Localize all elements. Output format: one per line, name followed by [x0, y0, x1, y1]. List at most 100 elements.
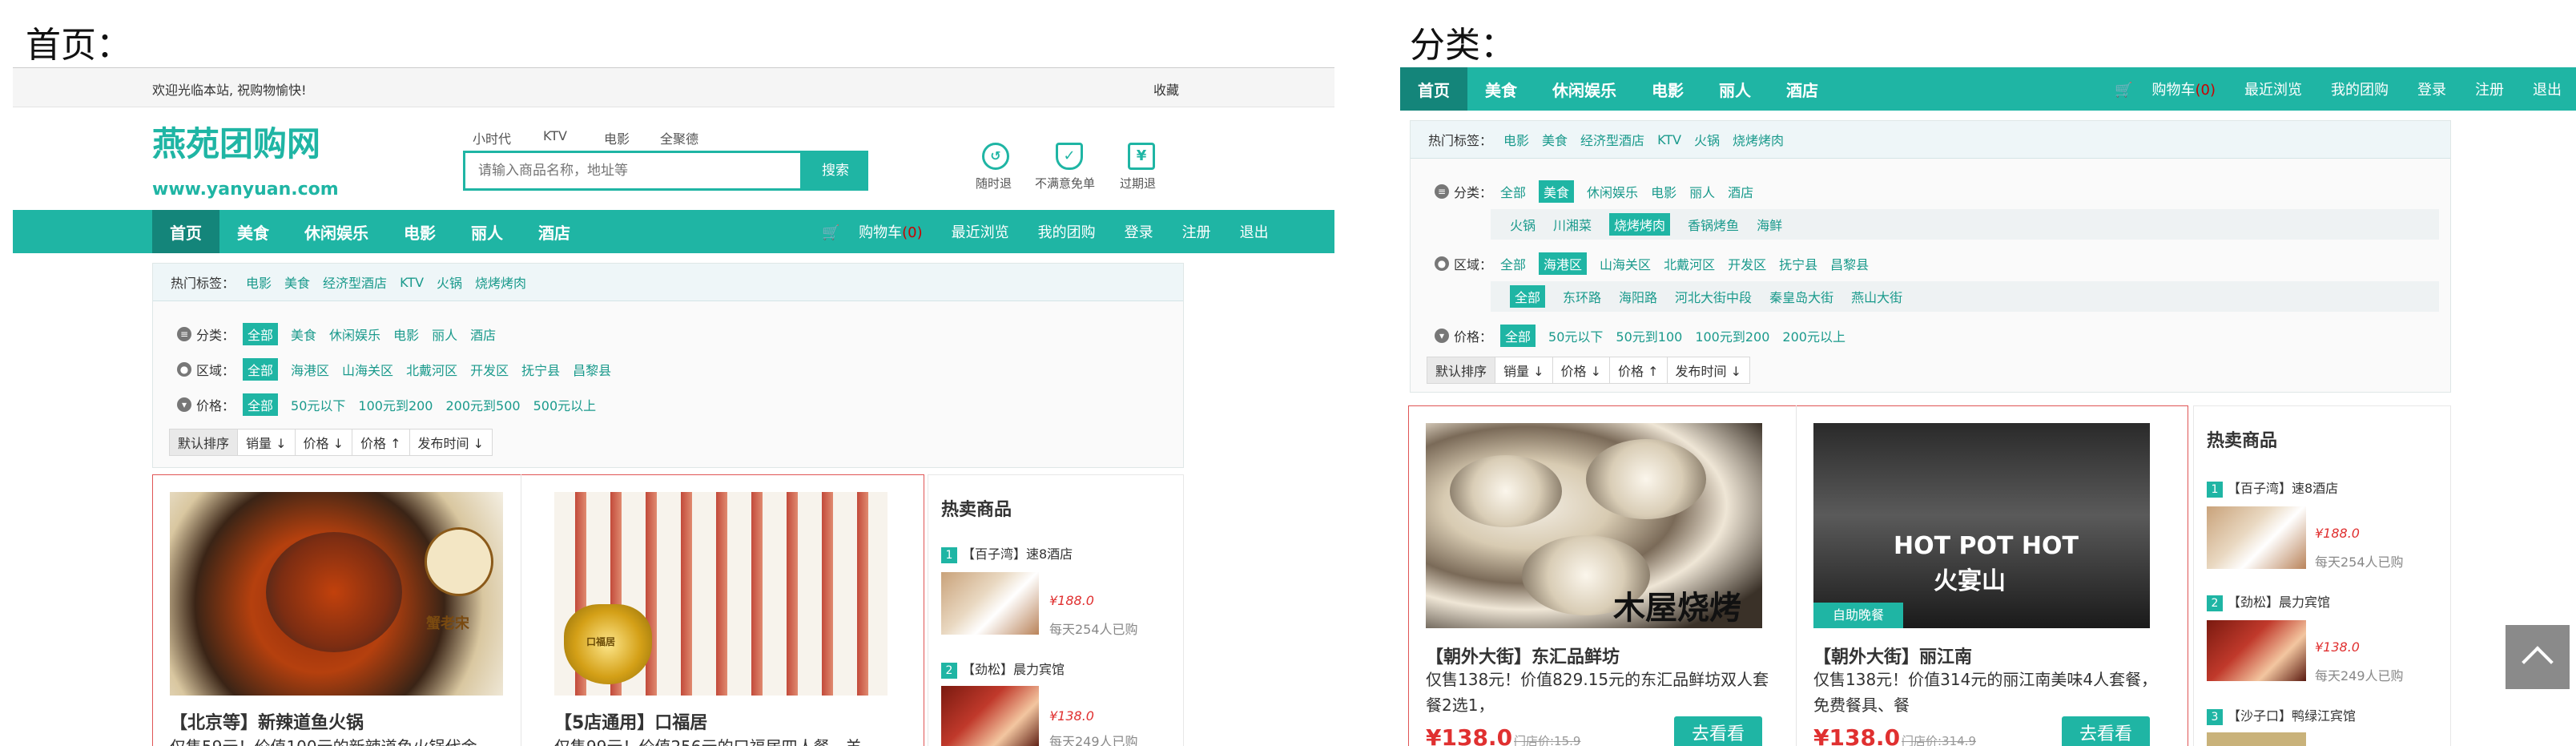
filter-option[interactable]: 全部: [1510, 285, 1546, 308]
nav-link-login[interactable]: 登录: [1110, 221, 1168, 242]
filter-option[interactable]: 50元到100: [1616, 326, 1682, 345]
hot-item-name[interactable]: 3 【沙子口】鸭绿江宾馆: [2207, 705, 2356, 725]
hot-tag[interactable]: 美食: [1542, 130, 1568, 149]
nav-item-hotel[interactable]: 酒店: [1769, 67, 1836, 111]
nav-item-home[interactable]: 首页: [152, 210, 219, 253]
sort-time[interactable]: 发布时间 ↓: [409, 429, 493, 456]
filter-option[interactable]: 全部: [1500, 182, 1526, 201]
nav-item-beauty[interactable]: 丽人: [453, 210, 521, 253]
filter-option[interactable]: 50元以下: [1548, 326, 1603, 345]
sort-time[interactable]: 发布时间 ↓: [1666, 357, 1751, 384]
sort-sales[interactable]: 销量 ↓: [237, 429, 296, 456]
filter-option[interactable]: 200元以上: [1782, 326, 1845, 345]
hot-item-image[interactable]: [2207, 506, 2306, 569]
nav-item-movie[interactable]: 电影: [1634, 67, 1701, 111]
sort-price-asc[interactable]: 价格 ↑: [352, 429, 410, 456]
nav-link-recent[interactable]: 最近浏览: [937, 221, 1024, 242]
product-title[interactable]: 【5店通用】口福居: [554, 708, 707, 734]
favorite-link[interactable]: 收藏: [1153, 79, 1179, 99]
filter-option[interactable]: 全部: [243, 393, 279, 416]
sort-default[interactable]: 默认排序: [169, 429, 239, 456]
filter-option[interactable]: 丽人: [432, 325, 457, 344]
product-image[interactable]: 口福居: [554, 492, 888, 696]
quick-link[interactable]: 全聚德: [660, 128, 698, 147]
hot-item-name[interactable]: 2 【劲松】晨力宾馆: [941, 659, 1065, 679]
nav-link-orders[interactable]: 我的团购: [1024, 221, 1110, 242]
filter-option[interactable]: 昌黎县: [1830, 254, 1869, 273]
nav-link-login[interactable]: 登录: [2403, 79, 2461, 99]
nav-link-register[interactable]: 注册: [1168, 221, 1226, 242]
product-image[interactable]: 蟹老宋: [170, 492, 503, 696]
filter-option[interactable]: 酒店: [1728, 182, 1753, 201]
sort-sales[interactable]: 销量 ↓: [1495, 357, 1553, 384]
product-image[interactable]: 木屋烧烤: [1426, 423, 1762, 628]
product-title[interactable]: 【朝外大街】东汇品鲜坊: [1426, 643, 1620, 668]
filter-option[interactable]: 海阳路: [1619, 287, 1657, 306]
hot-tag[interactable]: 经济型酒店: [323, 272, 387, 292]
nav-link-logout[interactable]: 退出: [2518, 79, 2576, 99]
product-image[interactable]: HOT POT HOT 火宴山 自助晚餐: [1813, 423, 2150, 628]
hot-tag[interactable]: 火锅: [437, 272, 462, 292]
nav-link-orders[interactable]: 我的团购: [2316, 79, 2403, 99]
hot-item-name[interactable]: 2 【劲松】晨力宾馆: [2207, 591, 2330, 611]
nav-link-logout[interactable]: 退出: [1226, 221, 1283, 242]
filter-option[interactable]: 休闲娱乐: [329, 325, 380, 344]
filter-option[interactable]: 丽人: [1689, 182, 1715, 201]
filter-option[interactable]: 河北大街中段: [1675, 287, 1752, 306]
hot-item-image[interactable]: [941, 686, 1039, 746]
filter-option[interactable]: 美食: [1539, 180, 1575, 203]
filter-option[interactable]: 开发区: [1728, 254, 1766, 273]
hot-tag[interactable]: 美食: [284, 272, 310, 292]
nav-item-home[interactable]: 首页: [1400, 67, 1467, 111]
nav-item-movie[interactable]: 电影: [386, 210, 453, 253]
filter-option[interactable]: 100元到200: [1695, 326, 1769, 345]
quick-link[interactable]: 小时代: [473, 128, 511, 147]
quick-link[interactable]: KTV: [543, 128, 567, 143]
sort-price-desc[interactable]: 价格 ↓: [1552, 357, 1611, 384]
hot-item-image[interactable]: [2207, 732, 2306, 746]
hot-tag[interactable]: KTV: [1657, 132, 1681, 147]
sort-default[interactable]: 默认排序: [1427, 357, 1496, 384]
nav-item-leisure[interactable]: 休闲娱乐: [287, 210, 386, 253]
back-to-top-button[interactable]: [2506, 625, 2570, 689]
hot-item-image[interactable]: [941, 572, 1039, 635]
quick-link[interactable]: 电影: [604, 128, 630, 147]
filter-option[interactable]: 北戴河区: [406, 360, 457, 379]
nav-item-hotel[interactable]: 酒店: [521, 210, 588, 253]
filter-option[interactable]: 昌黎县: [573, 360, 611, 379]
nav-item-food[interactable]: 美食: [1467, 67, 1535, 111]
filter-option[interactable]: 全部: [1500, 254, 1526, 273]
filter-option[interactable]: 电影: [1651, 182, 1676, 201]
filter-option[interactable]: 抚宁县: [521, 360, 560, 379]
cart-link[interactable]: 🛒 购物车(0): [2086, 79, 2230, 99]
filter-option[interactable]: 东环路: [1563, 287, 1601, 306]
hot-tag[interactable]: 烧烤烤肉: [475, 272, 526, 292]
filter-option[interactable]: 火锅: [1510, 215, 1536, 234]
filter-option[interactable]: 秦皇岛大街: [1769, 287, 1833, 306]
filter-option[interactable]: 北戴河区: [1664, 254, 1715, 273]
filter-option[interactable]: 50元以下: [291, 395, 345, 414]
filter-option[interactable]: 酒店: [470, 325, 496, 344]
product-title[interactable]: 【北京等】新辣道鱼火锅: [170, 708, 364, 734]
filter-option[interactable]: 美食: [291, 325, 316, 344]
filter-option[interactable]: 山海关区: [1600, 254, 1651, 273]
nav-item-leisure[interactable]: 休闲娱乐: [1535, 67, 1634, 111]
hot-item-name[interactable]: 1 【百子湾】速8酒店: [941, 543, 1073, 563]
filter-option[interactable]: 香锅烤鱼: [1688, 215, 1739, 234]
search-button[interactable]: 搜索: [803, 151, 868, 191]
filter-option[interactable]: 川湘菜: [1553, 215, 1592, 234]
nav-item-beauty[interactable]: 丽人: [1701, 67, 1769, 111]
filter-option[interactable]: 休闲娱乐: [1587, 182, 1638, 201]
product-title[interactable]: 【朝外大街】丽江南: [1813, 643, 1972, 668]
filter-option[interactable]: 开发区: [470, 360, 509, 379]
hot-tag[interactable]: 电影: [246, 272, 272, 292]
nav-link-register[interactable]: 注册: [2461, 79, 2518, 99]
sort-price-asc[interactable]: 价格 ↑: [1609, 357, 1668, 384]
filter-option[interactable]: 电影: [393, 325, 419, 344]
hot-tag[interactable]: KTV: [400, 275, 424, 290]
nav-link-recent[interactable]: 最近浏览: [2230, 79, 2316, 99]
search-input[interactable]: [463, 151, 803, 191]
hot-tag[interactable]: 电影: [1503, 130, 1529, 149]
filter-option[interactable]: 500元以上: [533, 395, 597, 414]
nav-item-food[interactable]: 美食: [219, 210, 287, 253]
